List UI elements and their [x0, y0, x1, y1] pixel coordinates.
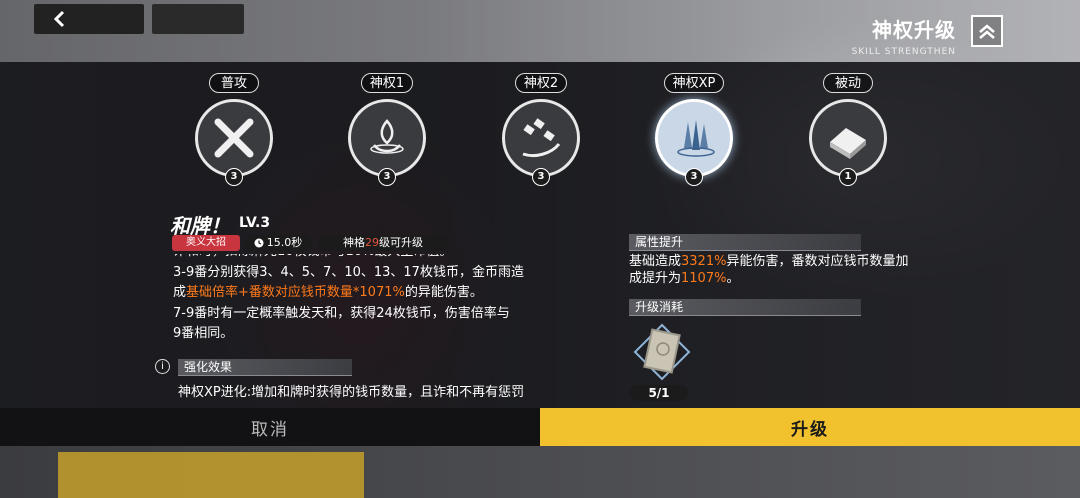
skill-level-badge: 1 [839, 168, 857, 186]
desc-line: 诈和时，扣除麻光10枚钱币与10%最大生命值。 [173, 254, 573, 263]
skill-description[interactable]: 诈和时，扣除麻光10枚钱币与10%最大生命值。 3-9番分别获得3、4、5、7、… [173, 254, 573, 354]
flame-lotus-icon [370, 119, 404, 154]
desc-text: 的异能伤害。 [404, 285, 483, 300]
skill-tab-divine-1[interactable]: 神权1 3 [342, 72, 432, 186]
enhance-text: 神权XP进化:增加和牌时获得的钱币数量，且诈和不再有惩罚 [178, 385, 525, 400]
collapse-button[interactable] [971, 15, 1003, 47]
attr-line: 成提升为1107%。 [629, 270, 949, 287]
desc-highlight: 基础倍率+番数对应钱币数量*1071% [186, 285, 405, 300]
desc-line: 9番相同。 [173, 326, 234, 341]
attribute-heading: 属性提升 [629, 234, 861, 251]
desc-line: 成基础倍率+番数对应钱币数量*1071%的异能伤害。 [173, 283, 573, 304]
enhance-heading: 强化效果 [178, 359, 352, 376]
skill-level-badge: 3 [225, 168, 243, 186]
skill-tab-divine-xp[interactable]: 神权XP 3 [649, 72, 739, 186]
skill-icon-circle: 3 [502, 99, 580, 186]
cooldown-tag: 15.0秒 [244, 235, 312, 251]
clock-icon [254, 238, 264, 248]
desc-text: 成 [173, 285, 187, 300]
top-secondary-button[interactable] [152, 4, 244, 34]
skill-icon-circle: 1 [809, 99, 887, 186]
skill-level-badge: 3 [685, 168, 703, 186]
material-count: 5/1 [630, 385, 688, 401]
skill-tab-passive[interactable]: 被动 1 [803, 72, 893, 186]
requirement-suffix: 级可升级 [379, 236, 423, 249]
skill-label: 神权XP [663, 73, 725, 93]
skill-tab-normal-attack[interactable]: 普攻 3 [189, 72, 279, 186]
book-icon [633, 323, 691, 381]
attr-text: 成提升为 [629, 271, 682, 286]
desc-line: 7-9番时有一定概率触发天和，获得24枚钱币，伤害倍率与 [173, 305, 510, 321]
upgrade-material-item[interactable] [631, 321, 693, 383]
double-chevron-up-icon [979, 24, 995, 39]
attr-text: 基础造成 [629, 254, 682, 269]
mahjong-tile-icon [830, 128, 866, 159]
page-subtitle: SKILL STRENGTHEN [851, 47, 956, 57]
skill-icon-circle: 3 [348, 99, 426, 186]
desc-line: 3-9番分别获得3、4、5、7、10、13、17枚钱币，金币雨造 [173, 264, 524, 280]
back-button[interactable] [34, 4, 144, 34]
upgrade-button[interactable]: 升级 [540, 408, 1080, 446]
skill-level-badge: 3 [532, 168, 550, 186]
attr-line: 基础造成3321%异能伤害，番数对应钱币数量加 [629, 253, 949, 270]
bottom-background-tab [58, 452, 364, 498]
skill-type-tag: 奥义大招 [172, 235, 240, 251]
attr-text: 异能伤害，番数对应钱币数量加 [726, 254, 909, 269]
upgrade-requirement-tag: 神格29级可升级 [318, 235, 448, 251]
page-header: 神权升级 SKILL STRENGTHEN [852, 14, 956, 57]
skill-level: LV.3 [239, 215, 271, 231]
info-icon[interactable]: i [155, 359, 170, 374]
cooldown-value: 15.0秒 [266, 236, 303, 249]
skill-tab-divine-2[interactable]: 神权2 3 [496, 72, 586, 186]
requirement-level: 29 [365, 236, 379, 249]
cross-slash-icon [214, 118, 254, 158]
skill-label: 神权2 [514, 73, 568, 93]
skill-label: 神权1 [360, 73, 414, 93]
attr-highlight: 3321% [681, 254, 727, 269]
page-title: 神权升级 [872, 18, 956, 42]
skill-label: 被动 [823, 73, 873, 93]
skill-level-badge: 3 [378, 168, 396, 186]
flying-tiles-icon [522, 118, 561, 158]
attr-text: 。 [726, 271, 740, 286]
cost-heading: 升级消耗 [629, 299, 861, 316]
attribute-text: 基础造成3321%异能伤害，番数对应钱币数量加 成提升为1107%。 [629, 253, 949, 287]
cancel-button[interactable]: 取消 [0, 408, 540, 446]
skill-icon-circle: 3 [195, 99, 273, 186]
skill-label: 普攻 [209, 73, 259, 93]
attr-highlight: 1107% [681, 271, 727, 286]
skill-icon-circle-selected: 3 [655, 99, 733, 186]
requirement-prefix: 神格 [343, 236, 365, 249]
falling-blades-icon [677, 120, 715, 157]
chevron-left-icon [53, 10, 65, 28]
